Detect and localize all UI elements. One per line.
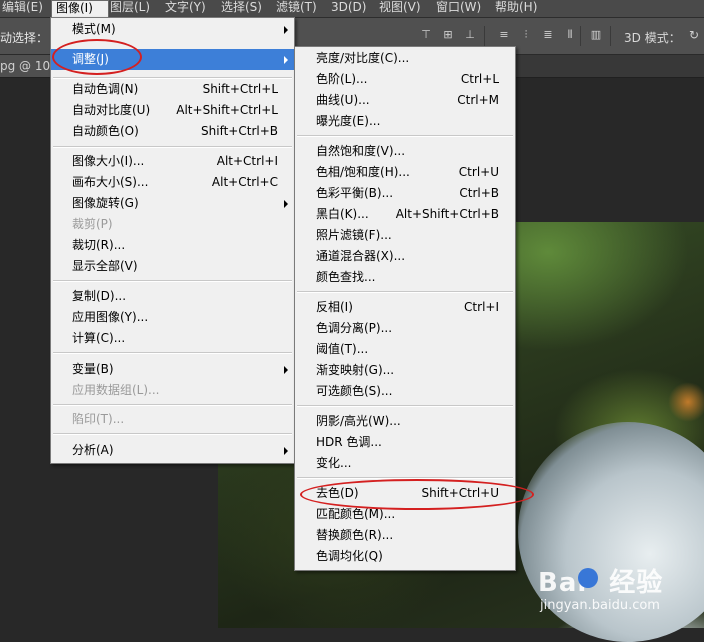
menu-view[interactable]: 视图(V) xyxy=(379,0,421,17)
menu-select[interactable]: 选择(S) xyxy=(221,0,262,17)
adj-selective-color[interactable]: 可选颜色(S)... xyxy=(295,381,515,402)
menu-item-auto-tone[interactable]: 自动色调(N) Shift+Ctrl+L xyxy=(51,79,294,100)
menu-image[interactable]: 图像(I) xyxy=(51,0,109,18)
adj-hdr-toning[interactable]: HDR 色调... xyxy=(295,432,515,453)
menu-item-auto-color[interactable]: 自动颜色(O) Shift+Ctrl+B xyxy=(51,121,294,142)
menu-3d[interactable]: 3D(D) xyxy=(331,0,366,17)
menu-item-reveal-all[interactable]: 显示全部(V) xyxy=(51,256,294,277)
menu-window[interactable]: 窗口(W) xyxy=(436,0,481,17)
menu-help[interactable]: 帮助(H) xyxy=(495,0,537,17)
adj-gradient-map[interactable]: 渐变映射(G)... xyxy=(295,360,515,381)
adj-threshold[interactable]: 阈值(T)... xyxy=(295,339,515,360)
adj-curves[interactable]: 曲线(U)... Ctrl+M xyxy=(295,90,515,111)
submenu-arrow-icon xyxy=(284,56,288,64)
menu-layer[interactable]: 图层(L) xyxy=(110,0,150,17)
adj-replace-color[interactable]: 替换颜色(R)... xyxy=(295,525,515,546)
3d-mode-label: 3D 模式： xyxy=(624,31,681,45)
distribute-left-icon[interactable]: ⫴ xyxy=(562,28,578,42)
adj-photo-filter[interactable]: 照片滤镜(F)... xyxy=(295,225,515,246)
adj-color-lookup[interactable]: 颜色查找... xyxy=(295,267,515,288)
menu-item-apply-data-set: 应用数据组(L)... xyxy=(72,383,160,397)
adj-invert[interactable]: 反相(I) Ctrl+I xyxy=(295,297,515,318)
menu-item-auto-contrast[interactable]: 自动对比度(U) Alt+Shift+Ctrl+L xyxy=(51,100,294,121)
adj-hue-saturation[interactable]: 色相/饱和度(H)... Ctrl+U xyxy=(295,162,515,183)
menu-item-calculations[interactable]: 计算(C)... xyxy=(51,328,294,349)
menu-item-crop: 裁剪(P) xyxy=(72,217,113,231)
document-tab[interactable]: pg @ 100 xyxy=(0,55,50,77)
adj-exposure[interactable]: 曝光度(E)... xyxy=(295,111,515,132)
adj-desaturate[interactable]: 去色(D) Shift+Ctrl+U xyxy=(295,483,515,504)
menu-item-analysis[interactable]: 分析(A) xyxy=(51,440,294,461)
canvas-foliage xyxy=(668,382,704,422)
menu-item-duplicate[interactable]: 复制(D)... xyxy=(51,286,294,307)
3d-rotate-icon[interactable]: ↻ xyxy=(686,27,702,43)
menu-item-trap: 陷印(T)... xyxy=(72,412,125,426)
auto-select-label: 动选择： xyxy=(0,31,49,45)
auto-align-icon[interactable]: ▥ xyxy=(588,28,604,42)
distribute-bottom-icon[interactable]: ≣ xyxy=(540,28,556,42)
menu-item-adjustments[interactable]: 调整(J) xyxy=(51,49,294,70)
watermark-url: jingyan.baidu.com xyxy=(540,598,660,613)
menu-item-variables[interactable]: 变量(B) xyxy=(51,359,294,380)
menu-item-image-size[interactable]: 图像大小(I)... Alt+Ctrl+I xyxy=(51,151,294,172)
watermark-logo: Bai 经验 xyxy=(538,568,664,598)
adj-match-color[interactable]: 匹配颜色(M)... xyxy=(295,504,515,525)
align-top-icon[interactable]: ⊤ xyxy=(418,28,434,42)
submenu-arrow-icon xyxy=(284,447,288,455)
menu-item-apply-image[interactable]: 应用图像(Y)... xyxy=(51,307,294,328)
menu-edit[interactable]: 编辑(E) xyxy=(2,0,43,17)
submenu-arrow-icon xyxy=(284,26,288,34)
submenu-arrow-icon xyxy=(284,200,288,208)
menu-type[interactable]: 文字(Y) xyxy=(165,0,206,17)
adj-variations[interactable]: 变化... xyxy=(295,453,515,474)
adj-color-balance[interactable]: 色彩平衡(B)... Ctrl+B xyxy=(295,183,515,204)
adj-brightness-contrast[interactable]: 亮度/对比度(C)... xyxy=(295,48,515,69)
menu-item-mode[interactable]: 模式(M) xyxy=(51,19,294,40)
baidu-watermark: Bai 经验 jingyan.baidu.com xyxy=(538,562,698,622)
adj-shadows-highlights[interactable]: 阴影/高光(W)... xyxy=(295,411,515,432)
adj-levels[interactable]: 色阶(L)... Ctrl+L xyxy=(295,69,515,90)
adj-black-white[interactable]: 黑白(K)... Alt+Shift+Ctrl+B xyxy=(295,204,515,225)
distribute-top-icon[interactable]: ≡ xyxy=(496,28,512,42)
menu-item-canvas-size[interactable]: 画布大小(S)... Alt+Ctrl+C xyxy=(51,172,294,193)
align-bottom-icon[interactable]: ⊥ xyxy=(462,28,478,42)
baidu-paw-icon xyxy=(578,568,598,588)
distribute-center-icon[interactable]: ⫶ xyxy=(518,28,534,42)
image-menu: 模式(M) 调整(J) 自动色调(N) Shift+Ctrl+L 自动对比度(U)… xyxy=(50,17,295,464)
align-vcenter-icon[interactable]: ⊞ xyxy=(440,28,456,42)
submenu-arrow-icon xyxy=(284,366,288,374)
adj-vibrance[interactable]: 自然饱和度(V)... xyxy=(295,141,515,162)
adj-channel-mixer[interactable]: 通道混合器(X)... xyxy=(295,246,515,267)
menu-filter[interactable]: 滤镜(T) xyxy=(276,0,317,17)
menu-item-trim[interactable]: 裁切(R)... xyxy=(51,235,294,256)
adj-equalize[interactable]: 色调均化(Q) xyxy=(295,546,515,567)
menu-item-image-rotation[interactable]: 图像旋转(G) xyxy=(51,193,294,214)
menubar: 编辑(E) 图像(I) 图层(L) 文字(Y) 选择(S) 滤镜(T) 3D(D… xyxy=(0,0,704,18)
adjustments-submenu: 亮度/对比度(C)... 色阶(L)... Ctrl+L 曲线(U)... Ctrl… xyxy=(294,46,516,571)
adj-posterize[interactable]: 色调分离(P)... xyxy=(295,318,515,339)
